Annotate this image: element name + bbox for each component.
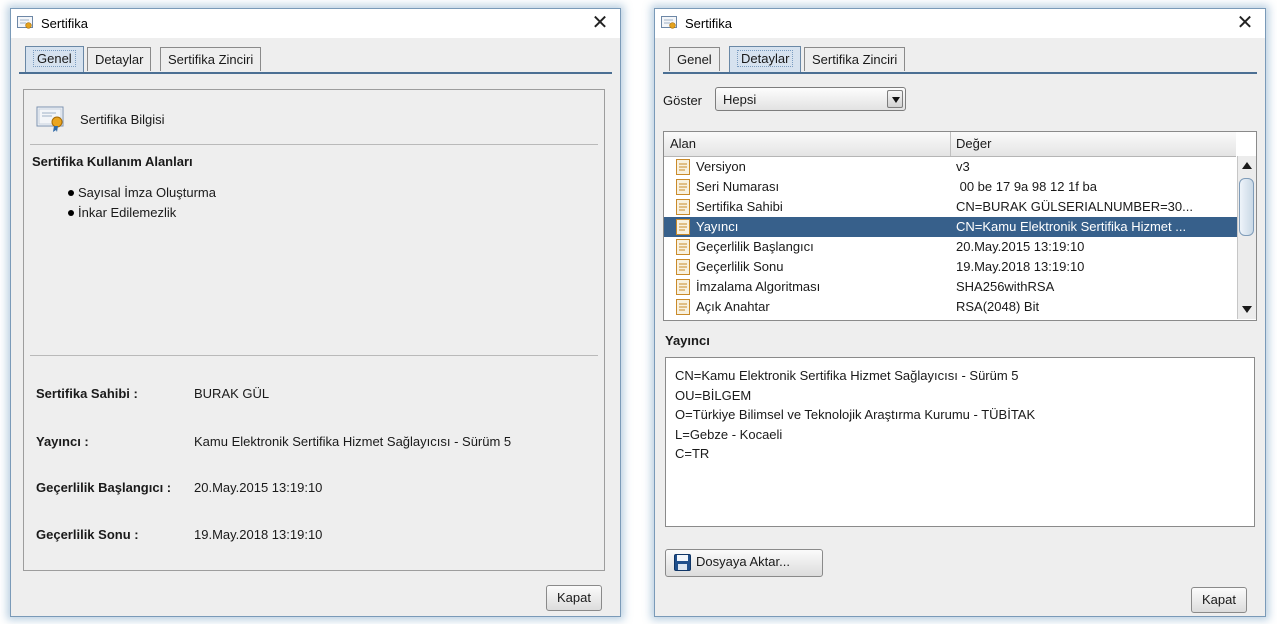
- detail-title: Yayıncı: [665, 333, 710, 348]
- fields-table: Alan Değer Versiyon v3 Seri Numarası 00 …: [663, 131, 1257, 321]
- divider: [30, 144, 598, 145]
- issuer-value: Kamu Elektronik Sertifika Hizmet Sağlayı…: [194, 434, 512, 449]
- export-button-label: Dosyaya Aktar...: [696, 554, 790, 569]
- detail-line: C=TR: [675, 446, 710, 461]
- divider: [30, 355, 598, 356]
- row-value: RSA(2048) Bit: [956, 299, 1040, 314]
- usage-title: Sertifika Kullanım Alanları: [32, 154, 193, 169]
- row-value: 00 be 17 9a 98 12 1f ba: [956, 179, 1097, 194]
- close-button[interactable]: Kapat: [546, 585, 602, 611]
- scroll-down-icon[interactable]: [1242, 306, 1252, 313]
- table-row-selected[interactable]: Yayıncı CN=Kamu Elektronik Sertifika Hiz…: [664, 217, 1238, 237]
- row-field: Versiyon: [696, 159, 746, 174]
- document-icon: [676, 159, 690, 175]
- document-icon: [676, 239, 690, 255]
- valid-from-value: 20.May.2015 13:19:10: [194, 480, 323, 495]
- valid-from-label: Geçerlilik Başlangıcı :: [36, 480, 172, 495]
- chevron-down-icon[interactable]: [887, 90, 903, 108]
- window-title: Sertifika: [685, 16, 732, 31]
- close-icon[interactable]: ✕: [590, 12, 610, 34]
- scroll-up-icon[interactable]: [1242, 162, 1252, 169]
- owner-label: Sertifika Sahibi :: [36, 386, 138, 401]
- row-value: v3: [956, 159, 970, 174]
- row-value: CN=BURAK GÜLSERIALNUMBER=30...: [956, 199, 1193, 214]
- column-header-field[interactable]: Alan: [670, 136, 696, 151]
- issuer-label: Yayıncı :: [36, 434, 89, 449]
- tab-details[interactable]: Detaylar: [729, 46, 802, 73]
- certificate-window-details: Sertifika ✕ Genel Detaylar Sertifika Zin…: [654, 8, 1266, 617]
- document-icon: [676, 179, 690, 195]
- row-field: Seri Numarası: [696, 179, 780, 194]
- document-icon: [676, 299, 690, 315]
- show-select[interactable]: Hepsi: [715, 87, 906, 111]
- title-bar: Sertifika ✕: [11, 9, 620, 38]
- column-header-value[interactable]: Değer: [956, 136, 991, 151]
- tab-general[interactable]: Genel: [25, 46, 84, 73]
- close-button[interactable]: Kapat: [1191, 587, 1247, 613]
- detail-line: CN=Kamu Elektronik Sertifika Hizmet Sağl…: [675, 368, 1019, 383]
- table-row[interactable]: Açık Anahtar RSA(2048) Bit: [664, 297, 1238, 317]
- tab-details[interactable]: Detaylar: [87, 47, 152, 71]
- row-value: 19.May.2018 13:19:10: [956, 259, 1085, 274]
- document-icon: [676, 279, 690, 295]
- document-icon: [676, 259, 690, 275]
- row-field: Sertifika Sahibi: [696, 199, 783, 214]
- table-header: Alan Değer: [664, 132, 1236, 157]
- row-field: Açık Anahtar: [696, 299, 770, 314]
- row-field: Geçerlilik Sonu: [696, 259, 784, 274]
- certificate-icon: [661, 16, 677, 29]
- vertical-scrollbar[interactable]: [1237, 156, 1256, 319]
- document-icon: [676, 219, 690, 235]
- tab-certificate-chain[interactable]: Sertifika Zinciri: [804, 47, 906, 71]
- document-icon: [676, 199, 690, 215]
- tab-divider: [19, 72, 612, 74]
- general-panel: Sertifika Bilgisi Sertifika Kullanım Ala…: [23, 89, 605, 571]
- window-title: Sertifika: [41, 16, 88, 31]
- usage-item: Sayısal İmza Oluşturma: [68, 185, 216, 200]
- show-label: Göster: [663, 93, 703, 108]
- title-bar: Sertifika ✕: [655, 9, 1265, 38]
- detail-line: OU=BİLGEM: [675, 387, 752, 403]
- table-body: Versiyon v3 Seri Numarası 00 be 17 9a 98…: [664, 157, 1238, 319]
- export-button[interactable]: Dosyaya Aktar...: [665, 549, 823, 577]
- tab-label: Detaylar: [737, 50, 794, 67]
- row-field: Yayıncı: [696, 219, 739, 234]
- close-icon[interactable]: ✕: [1235, 12, 1255, 34]
- table-row[interactable]: Geçerlilik Sonu 19.May.2018 13:19:10: [664, 257, 1238, 277]
- certificate-window-general: Sertifika ✕ Genel Detaylar Sertifika Zin…: [10, 8, 621, 617]
- valid-to-label: Geçerlilik Sonu :: [36, 527, 139, 542]
- certificate-info-icon: [36, 106, 64, 132]
- row-value: SHA256withRSA: [956, 279, 1055, 294]
- table-row[interactable]: Sertifika Sahibi CN=BURAK GÜLSERIALNUMBE…: [664, 197, 1238, 217]
- row-value: CN=Kamu Elektronik Sertifika Hizmet ...: [956, 219, 1187, 234]
- certificate-icon: [17, 16, 33, 29]
- detail-line: L=Gebze - Kocaeli: [675, 426, 783, 442]
- tab-divider: [663, 72, 1257, 74]
- row-value: 20.May.2015 13:19:10: [956, 239, 1085, 254]
- scroll-thumb[interactable]: [1239, 178, 1254, 236]
- column-divider[interactable]: [950, 132, 951, 156]
- table-row[interactable]: Geçerlilik Başlangıcı 20.May.2015 13:19:…: [664, 237, 1238, 257]
- tab-label: Genel: [33, 50, 76, 67]
- certificate-info-title: Sertifika Bilgisi: [80, 112, 165, 127]
- row-field: İmzalama Algoritması: [696, 279, 821, 294]
- detail-textarea[interactable]: CN=Kamu Elektronik Sertifika Hizmet Sağl…: [665, 357, 1255, 527]
- usage-item: İnkar Edilemezlik: [67, 205, 177, 220]
- detail-line: O=Türkiye Bilimsel ve Teknolojik Araştır…: [675, 407, 1036, 422]
- owner-value: BURAK GÜL: [194, 386, 270, 401]
- floppy-disk-icon: [674, 554, 691, 571]
- show-select-value: Hepsi: [723, 92, 757, 107]
- table-row[interactable]: Versiyon v3: [664, 157, 1238, 177]
- tab-certificate-chain[interactable]: Sertifika Zinciri: [160, 47, 262, 71]
- valid-to-value: 19.May.2018 13:19:10: [194, 527, 323, 542]
- row-field: Geçerlilik Başlangıcı: [696, 239, 814, 254]
- tab-general[interactable]: Genel: [669, 47, 720, 71]
- table-row[interactable]: İmzalama Algoritması SHA256withRSA: [664, 277, 1238, 297]
- table-row[interactable]: Seri Numarası 00 be 17 9a 98 12 1f ba: [664, 177, 1238, 197]
